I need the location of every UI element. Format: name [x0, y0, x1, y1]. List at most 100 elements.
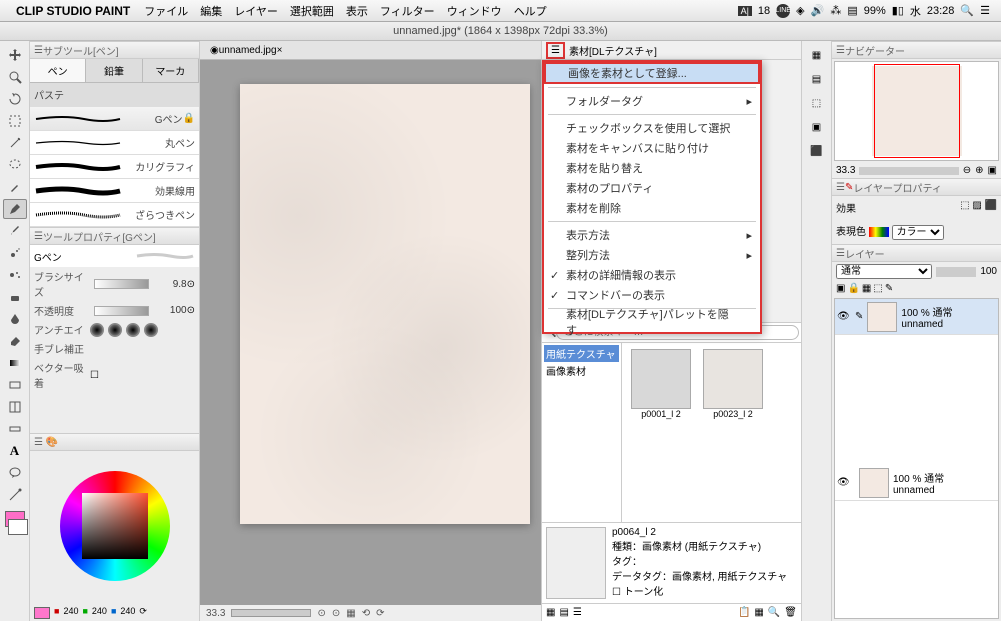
swatch-bg[interactable]: [8, 519, 28, 535]
app-name[interactable]: CLIP STUDIO PAINT: [16, 4, 130, 18]
layer-row[interactable]: 👁 ✎ 100 % 通常unnamed: [835, 299, 998, 335]
tree-paper-texture[interactable]: 用紙テクスチャ: [544, 345, 619, 362]
mat-tool-icon[interactable]: ▦: [546, 607, 555, 618]
layerprop-expression[interactable]: 表現色 カラー: [836, 223, 997, 240]
brush-gpen[interactable]: Gペン🔒: [30, 107, 199, 131]
prop-vector[interactable]: ベクター吸着☐: [30, 358, 199, 392]
brush-calli[interactable]: カリグラフィ: [30, 155, 199, 179]
tool-blend[interactable]: [3, 309, 27, 329]
footer-icon[interactable]: ⟲: [362, 608, 370, 619]
navigator-view[interactable]: [834, 61, 999, 161]
mat-tool-icon[interactable]: ▦: [754, 607, 763, 618]
brush-maru[interactable]: 丸ペン: [30, 131, 199, 155]
tool-balloon[interactable]: [3, 463, 27, 483]
layer-tool-icon[interactable]: ⬚: [873, 283, 882, 294]
menu-register-material[interactable]: 画像を素材として登録...: [544, 62, 760, 84]
menu-file[interactable]: ファイル: [144, 3, 188, 19]
menu-sort-method[interactable]: 整列方法▸: [544, 245, 760, 265]
tool-rotate[interactable]: [3, 89, 27, 109]
zoom-slider[interactable]: [231, 609, 311, 617]
quick-access[interactable]: ▣: [805, 117, 829, 137]
footer-icon[interactable]: ▦: [346, 608, 355, 619]
quick-access[interactable]: ⬛: [805, 141, 829, 161]
menu-replace[interactable]: 素材を貼り替え: [544, 158, 760, 178]
tool-eyedropper[interactable]: [3, 177, 27, 197]
nav-slider[interactable]: [859, 167, 958, 175]
menu-filter[interactable]: フィルター: [380, 3, 435, 19]
subtool-pastel[interactable]: パステ: [30, 83, 199, 107]
layer-opacity-slider[interactable]: [936, 267, 976, 277]
blend-mode-select[interactable]: 通常: [836, 264, 932, 279]
tool-airbrush[interactable]: [3, 243, 27, 263]
menu-view[interactable]: 表示: [346, 3, 368, 19]
tree-image-material[interactable]: 画像素材: [544, 362, 619, 379]
menu-folder-tag[interactable]: フォルダータグ▸: [544, 91, 760, 111]
brush-rough[interactable]: ざらつきペン: [30, 203, 199, 227]
menu-select[interactable]: 選択範囲: [290, 3, 334, 19]
expression-select[interactable]: カラー: [892, 225, 944, 240]
zoom-out-icon[interactable]: ⊖: [963, 165, 971, 176]
mat-tool-icon[interactable]: 📋: [738, 607, 750, 618]
material-thumb[interactable]: p0001_l 2: [628, 349, 694, 437]
quick-access[interactable]: ⬚: [805, 93, 829, 113]
material-menu-button[interactable]: ☰: [546, 42, 565, 59]
tool-decoration[interactable]: [3, 265, 27, 285]
canvas[interactable]: [200, 60, 541, 605]
mat-tool-icon[interactable]: ☰: [573, 607, 582, 618]
prop-brushsize[interactable]: ブラシサイズ9.8⊙: [30, 267, 199, 301]
tool-correct[interactable]: [3, 485, 27, 505]
material-thumb[interactable]: p0023_l 2: [700, 349, 766, 437]
visibility-icon[interactable]: 👁: [837, 477, 851, 488]
prop-opacity[interactable]: 不透明度100⊙: [30, 301, 199, 320]
footer-icon[interactable]: ⊙: [317, 608, 325, 619]
menu-delete[interactable]: 素材を削除: [544, 198, 760, 218]
mat-tool-icon[interactable]: 🗑: [784, 607, 797, 618]
mat-tool-icon[interactable]: 🔍: [768, 607, 780, 618]
layer-tool-icon[interactable]: ▣: [836, 283, 845, 294]
visibility-icon[interactable]: 👁: [837, 311, 851, 322]
tool-fill[interactable]: [3, 331, 27, 351]
menu-window[interactable]: ウィンドウ: [447, 3, 502, 19]
subtool-tab-marker[interactable]: マーカ: [143, 59, 199, 82]
quick-access[interactable]: ▤: [805, 69, 829, 89]
tool-text[interactable]: A: [3, 441, 27, 461]
prop-stabilize[interactable]: 手ブレ補正: [30, 339, 199, 358]
layer-tool-icon[interactable]: 🔒: [847, 283, 859, 294]
brush-effect[interactable]: 効果線用: [30, 179, 199, 203]
tool-eraser[interactable]: [3, 287, 27, 307]
color-swatch[interactable]: [34, 607, 50, 619]
menu-layer[interactable]: レイヤー: [234, 3, 278, 19]
canvas-tab[interactable]: ◉ unnamed.jpg ×: [200, 41, 541, 60]
menu-icon[interactable]: ☰: [980, 4, 990, 17]
fit-icon[interactable]: ▣: [988, 165, 997, 176]
menu-help[interactable]: ヘルプ: [514, 3, 547, 19]
spotlight-icon[interactable]: 🔍: [960, 4, 974, 17]
color-wheel[interactable]: [30, 451, 199, 601]
subtool-tab-pen[interactable]: ペン: [30, 59, 86, 82]
menu-show-detail[interactable]: ✓素材の詳細情報の表示: [544, 265, 760, 285]
footer-icon[interactable]: ⟳: [376, 608, 384, 619]
zoom-in-icon[interactable]: ⊕: [975, 165, 983, 176]
prop-antialias[interactable]: アンチエイ: [30, 320, 199, 339]
layer-tool-icon[interactable]: ▦: [862, 283, 871, 294]
layer-tool-icon[interactable]: ✎: [885, 283, 893, 294]
mat-tool-icon[interactable]: ▤: [559, 607, 568, 618]
menu-edit[interactable]: 編集: [200, 3, 222, 19]
menu-checkbox-select[interactable]: チェックボックスを使用して選択: [544, 118, 760, 138]
menu-properties[interactable]: 素材のプロパティ: [544, 178, 760, 198]
tool-frame[interactable]: [3, 397, 27, 417]
footer-icon[interactable]: ⊙: [332, 608, 340, 619]
tool-zoom[interactable]: [3, 67, 27, 87]
layer-row[interactable]: 👁 100 % 通常unnamed: [835, 465, 998, 501]
menu-paste-canvas[interactable]: 素材をキャンバスに貼り付け: [544, 138, 760, 158]
menu-show-cmdbar[interactable]: ✓コマンドバーの表示: [544, 285, 760, 305]
tool-move[interactable]: [3, 45, 27, 65]
tool-pen[interactable]: [3, 199, 27, 219]
menu-view-method[interactable]: 表示方法▸: [544, 225, 760, 245]
tool-marquee[interactable]: [3, 111, 27, 131]
tool-wand[interactable]: [3, 133, 27, 153]
tool-ruler[interactable]: [3, 419, 27, 439]
tool-shape[interactable]: [3, 375, 27, 395]
tool-brush[interactable]: [3, 221, 27, 241]
tool-gradient[interactable]: [3, 353, 27, 373]
